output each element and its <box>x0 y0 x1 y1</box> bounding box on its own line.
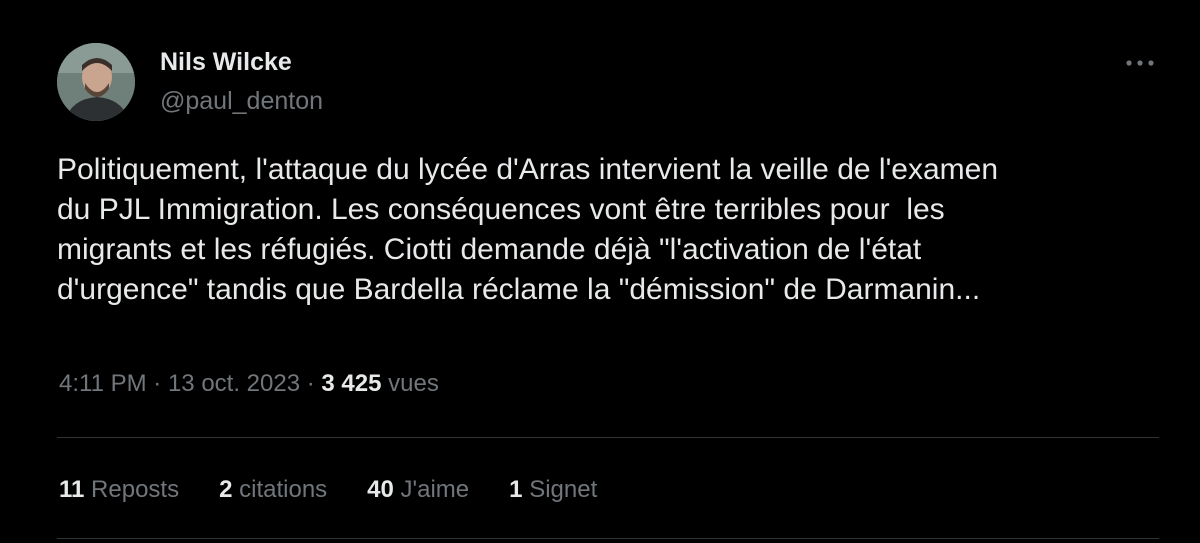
tweet-text-line: d'urgence" tandis que Bardella réclame l… <box>57 273 981 306</box>
tweet-date[interactable]: 13 oct. 2023 <box>168 370 300 397</box>
engagement-stats: 11 Reposts 2 citations 40 J'aime 1 Signe… <box>59 476 637 504</box>
stat-count: 40 <box>367 476 394 503</box>
tweet-meta: 4:11 PM · 13 oct. 2023 · 3 425 vues <box>59 370 439 398</box>
avatar-image <box>57 43 135 121</box>
stat-bookmarks[interactable]: 1 Signet <box>509 476 597 504</box>
stat-label: Reposts <box>91 476 180 503</box>
tweet-text: Politiquement, l'attaque du lycée d'Arra… <box>57 150 1167 310</box>
views-count: 3 425 <box>321 370 382 397</box>
avatar[interactable] <box>57 43 135 121</box>
tweet-card: Nils Wilcke @paul_denton Politiquement, … <box>0 0 1200 543</box>
more-horizontal-icon[interactable] <box>1124 56 1156 70</box>
stat-quotes[interactable]: 2 citations <box>219 476 327 504</box>
divider <box>57 437 1159 438</box>
display-name[interactable]: Nils Wilcke <box>160 48 292 77</box>
meta-separator: · <box>306 370 315 397</box>
tweet-text-line: Politiquement, l'attaque du lycée d'Arra… <box>57 153 999 186</box>
stat-count: 11 <box>59 476 85 503</box>
stat-label: citations <box>239 476 328 503</box>
stat-label: J'aime <box>400 476 470 503</box>
tweet-text-line: du PJL Immigration. Les conséquences von… <box>57 193 945 226</box>
stat-count: 1 <box>509 476 523 503</box>
tweet-time[interactable]: 4:11 PM <box>59 370 147 397</box>
views-label: vues <box>388 370 439 397</box>
stat-count: 2 <box>219 476 233 503</box>
user-handle[interactable]: @paul_denton <box>160 87 323 116</box>
tweet-text-line: migrants et les réfugiés. Ciotti demande… <box>57 233 922 266</box>
stat-label: Signet <box>529 476 598 503</box>
stat-reposts[interactable]: 11 Reposts <box>59 476 179 504</box>
stat-likes[interactable]: 40 J'aime <box>367 476 469 504</box>
meta-separator: · <box>153 370 162 397</box>
divider <box>57 538 1159 539</box>
